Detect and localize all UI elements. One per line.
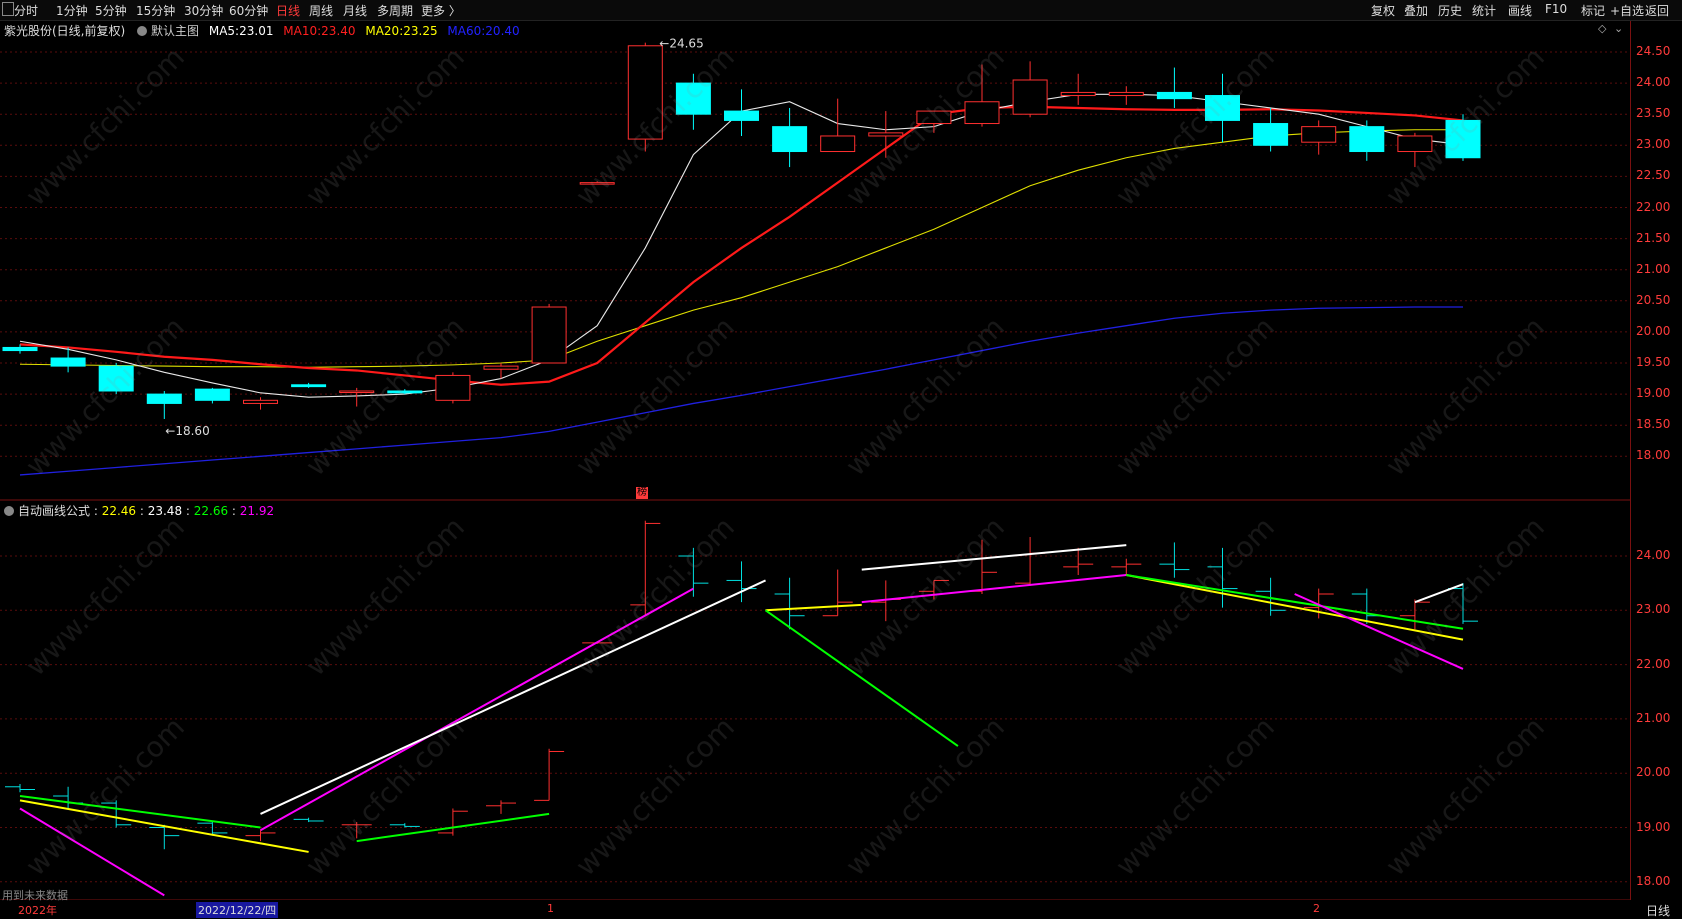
kline-chart[interactable]: ←24.65 ←18.60	[0, 0, 1630, 900]
candle-body	[868, 132, 904, 137]
sub-y-tick: 18.00	[1636, 873, 1671, 888]
sub-y-tick: 21.00	[1636, 710, 1671, 725]
future-data-note: 用到未来数据	[2, 889, 68, 902]
candle-body	[243, 399, 278, 404]
ma5-path	[19, 93, 1464, 398]
ma5-line	[19, 93, 1464, 398]
main-y-tick: 18.00	[1636, 448, 1671, 463]
candle-body	[579, 182, 615, 185]
sub-bars	[5, 520, 1478, 850]
main-y-tick: 21.00	[1636, 261, 1671, 276]
main-y-tick: 24.50	[1636, 44, 1671, 58]
candle-body	[435, 374, 471, 401]
candle-body	[531, 306, 567, 364]
candle-body	[1156, 91, 1192, 100]
sub-y-tick: 22.00	[1636, 656, 1671, 671]
candle-body	[291, 384, 327, 388]
high-price-label: ←24.65	[659, 37, 703, 51]
candle-body	[339, 390, 375, 393]
candle-body	[1253, 123, 1289, 146]
candle-body	[1301, 126, 1337, 143]
main-y-tick: 20.00	[1636, 323, 1671, 338]
sub-grid	[0, 555, 1630, 883]
trend-line	[260, 579, 766, 815]
trend-line	[1414, 583, 1464, 604]
period-label[interactable]: 日线	[1646, 902, 1670, 919]
main-y-tick: 18.50	[1636, 417, 1671, 432]
ma10-path	[19, 105, 1464, 386]
candle-body	[627, 45, 663, 140]
sub-y-tick: 20.00	[1636, 765, 1671, 780]
candle-body	[1205, 95, 1240, 121]
main-y-tick: 23.00	[1636, 137, 1671, 152]
candle-body	[675, 82, 711, 115]
candle-body	[724, 110, 759, 121]
month-2-label: 2	[1313, 902, 1320, 915]
toolbar-button-8[interactable]: 返回	[1645, 2, 1669, 19]
candle-body	[1445, 119, 1481, 159]
main-y-tick: 22.00	[1636, 199, 1671, 214]
candle-body	[146, 393, 182, 404]
candle-body	[820, 135, 856, 153]
low-price-label: ←18.60	[165, 424, 209, 438]
ma10-line	[19, 105, 1464, 386]
main-grid	[0, 51, 1630, 457]
main-y-tick: 23.50	[1636, 106, 1671, 121]
trend-line	[861, 574, 1127, 604]
candle-body	[1060, 91, 1096, 97]
main-y-tick: 24.00	[1636, 75, 1671, 90]
date-cursor-label: 2022/12/22/四	[196, 902, 279, 918]
bang-badge[interactable]: 榜	[636, 487, 648, 499]
trend-line	[1294, 593, 1464, 670]
candle-body	[50, 357, 86, 367]
year-label: 2022年	[18, 904, 57, 917]
trend-line	[765, 603, 862, 612]
main-y-tick: 22.50	[1636, 168, 1671, 183]
candle-body	[916, 110, 952, 125]
candle-body	[964, 101, 1000, 125]
candle-body	[1349, 126, 1385, 153]
candle-body	[194, 388, 230, 401]
candle-body	[2, 346, 38, 352]
candle-body	[98, 365, 134, 392]
candle-body	[1397, 135, 1433, 153]
candle-body	[387, 390, 423, 394]
trend-line	[861, 544, 1127, 571]
candle-body	[772, 126, 808, 153]
month-1-label: 1	[547, 902, 554, 915]
sub-y-tick: 19.00	[1636, 819, 1671, 834]
sub-y-tick: 23.00	[1636, 602, 1671, 617]
main-y-tick: 19.50	[1636, 355, 1671, 369]
candle-body	[483, 365, 519, 370]
sub-y-tick: 24.00	[1636, 548, 1671, 562]
main-y-tick: 19.00	[1636, 386, 1671, 401]
trend-line	[260, 587, 694, 832]
trend-line	[764, 609, 959, 747]
main-y-tick: 20.50	[1636, 292, 1671, 307]
trend-line	[1126, 574, 1464, 641]
candle-body	[1012, 79, 1048, 115]
candle-body	[1108, 91, 1144, 97]
trend-line	[1126, 574, 1464, 630]
main-y-tick: 21.50	[1636, 230, 1671, 245]
